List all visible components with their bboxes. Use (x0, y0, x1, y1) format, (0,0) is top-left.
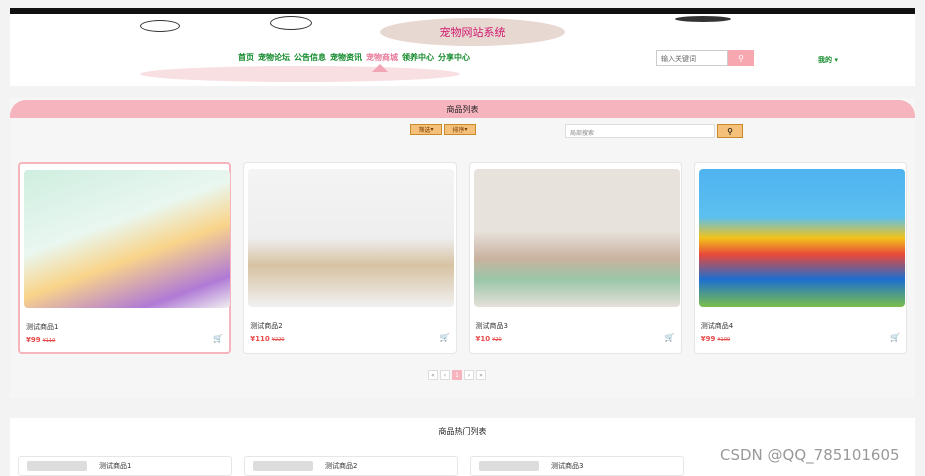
pagination: « ‹ 1 › » (428, 370, 486, 380)
product-card[interactable]: 测试商品4 ¥99 ¥100 🛒 (693, 162, 907, 354)
mine-label: 我的 (818, 56, 832, 64)
hot-thumbnail[interactable] (479, 461, 539, 471)
product-price: ¥99 ¥100 (701, 335, 730, 343)
product-image[interactable] (24, 170, 230, 308)
hot-item-name[interactable]: 测试商品2 (325, 461, 357, 471)
cart-icon[interactable]: 🛒 (890, 333, 900, 342)
price-original: ¥110 (42, 338, 56, 344)
product-name[interactable]: 测试商品3 (476, 321, 508, 331)
price-current: ¥99 (26, 336, 41, 344)
next-page-icon[interactable]: › (464, 370, 474, 380)
sort-button[interactable]: 排序 ▾ (444, 124, 476, 135)
product-name[interactable]: 测试商品1 (26, 322, 58, 332)
nav-share[interactable]: 分享中心 (438, 52, 470, 63)
hot-item-name[interactable]: 测试商品3 (551, 461, 583, 471)
bar-decoration (675, 16, 731, 22)
search-icon: ⚲ (738, 53, 744, 63)
page-number[interactable]: 1 (452, 370, 462, 380)
site-title: 宠物网站系统 (380, 18, 565, 46)
filter-button[interactable]: 筛选 ▾ (410, 124, 442, 135)
nav-adopt[interactable]: 领养中心 (402, 52, 434, 63)
filter-label: 筛选 (418, 127, 431, 134)
local-search-input[interactable]: 局部搜索 (565, 124, 715, 138)
cart-icon[interactable]: 🛒 (665, 333, 675, 342)
product-name[interactable]: 测试商品2 (250, 321, 282, 331)
price-original: ¥20 (492, 337, 502, 343)
chevron-down-icon: ▾ (430, 126, 434, 133)
product-grid: 测试商品1 ¥99 ¥110 🛒 测试商品2 ¥110 ¥220 🛒 测试商品3 ¥… (18, 162, 907, 354)
pink-band-decoration (140, 66, 460, 82)
mine-menu[interactable]: 我的 ▾ (818, 55, 838, 65)
product-card[interactable]: 测试商品1 ¥99 ¥110 🛒 (18, 162, 232, 354)
search-input[interactable]: 输入关键词 (656, 50, 728, 66)
local-search-button[interactable]: ⚲ (717, 124, 743, 138)
product-image[interactable] (248, 169, 455, 307)
product-card[interactable]: 测试商品2 ¥110 ¥220 🛒 (243, 162, 457, 354)
sort-label: 排序 (452, 127, 465, 134)
cart-icon[interactable]: 🛒 (440, 333, 450, 342)
search-icon: ⚲ (727, 126, 733, 136)
hot-items: 测试商品1 测试商品2 测试商品3 (18, 456, 684, 476)
search-button[interactable]: ⚲ (728, 50, 754, 66)
nav-forum[interactable]: 宠物论坛 (258, 52, 290, 63)
cart-icon[interactable]: 🛒 (213, 334, 223, 343)
prev-page-icon[interactable]: ‹ (440, 370, 450, 380)
hot-thumbnail[interactable] (253, 461, 313, 471)
price-current: ¥110 (250, 335, 270, 343)
hot-item[interactable]: 测试商品1 (18, 456, 232, 476)
last-page-icon[interactable]: » (476, 370, 486, 380)
product-price: ¥99 ¥110 (26, 336, 55, 344)
price-original: ¥220 (271, 337, 285, 343)
product-card[interactable]: 测试商品3 ¥10 ¥20 🛒 (468, 162, 682, 354)
product-image[interactable] (698, 169, 905, 307)
hot-thumbnail[interactable] (27, 461, 87, 471)
cloud-decoration (140, 20, 180, 32)
product-list-panel: 商品列表 筛选 ▾ 排序 ▾ 局部搜索 ⚲ 测试商品1 ¥99 ¥110 🛒 测试… (10, 98, 915, 398)
product-list-title: 商品列表 (10, 100, 915, 118)
header: 宠物网站系统 首页 宠物论坛 公告信息 宠物资讯 宠物商城 领养中心 分享中心 … (10, 14, 915, 86)
nav-notice[interactable]: 公告信息 (294, 52, 326, 63)
chevron-down-icon: ▾ (464, 126, 468, 133)
main-nav: 首页 宠物论坛 公告信息 宠物资讯 宠物商城 领养中心 分享中心 (238, 52, 470, 72)
egg-decoration (270, 16, 312, 30)
price-original: ¥100 (717, 337, 731, 343)
hot-item[interactable]: 测试商品3 (470, 456, 684, 476)
watermark: CSDN @QQ_785101605 (720, 446, 900, 464)
nav-shop[interactable]: 宠物商城 (366, 52, 398, 72)
hot-item-name[interactable]: 测试商品1 (99, 461, 131, 471)
product-price: ¥10 ¥20 (476, 335, 502, 343)
price-current: ¥99 (700, 335, 716, 343)
product-image[interactable] (473, 169, 680, 307)
nav-home[interactable]: 首页 (238, 52, 254, 63)
nav-news[interactable]: 宠物资讯 (330, 52, 362, 63)
price-current: ¥10 (475, 335, 491, 343)
product-price: ¥110 ¥220 (250, 335, 284, 343)
chevron-down-icon: ▾ (834, 56, 838, 64)
hot-list-title: 商品热门列表 (438, 427, 487, 436)
hot-item[interactable]: 测试商品2 (244, 456, 458, 476)
first-page-icon[interactable]: « (428, 370, 438, 380)
product-name[interactable]: 测试商品4 (701, 321, 733, 331)
